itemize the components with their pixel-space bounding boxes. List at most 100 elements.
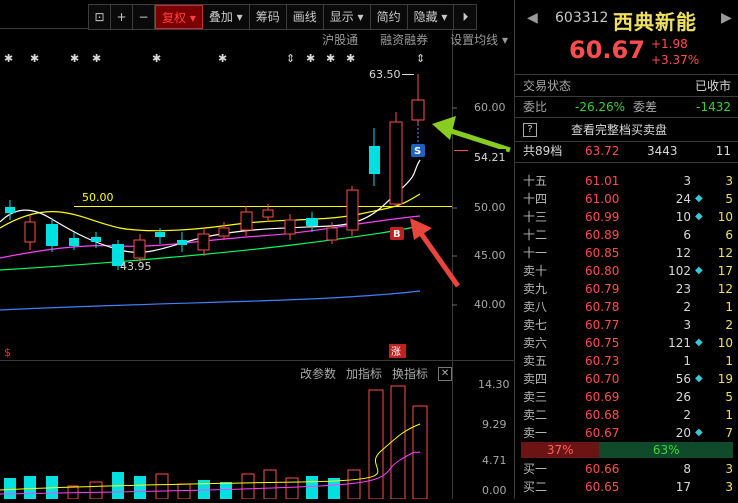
drawing-button[interactable]: 画线 xyxy=(287,5,324,29)
ask-row[interactable]: 卖七 60.77 3 2 xyxy=(515,316,738,334)
candle-up xyxy=(346,189,359,231)
svg-text:9.29: 9.29 xyxy=(482,418,507,431)
ma120-line xyxy=(0,290,421,311)
candle-up xyxy=(240,211,253,231)
display-dropdown[interactable]: 显示 ▾ xyxy=(324,5,371,29)
event-star-icon: ✱ xyxy=(70,52,79,65)
last-price-tag: 54.21 xyxy=(474,151,506,164)
close-icon[interactable]: ✕ xyxy=(438,366,453,381)
diamond-icon: ◆ xyxy=(695,211,703,222)
event-star-icon: ✱ xyxy=(346,52,355,65)
event-star-icon: ✱ xyxy=(152,52,161,65)
hgt-link[interactable]: 沪股通 xyxy=(322,31,358,48)
green-arrow-annotation xyxy=(432,116,511,153)
buy-sell-ratio-bar: 37% 63% xyxy=(521,442,733,458)
divider xyxy=(515,162,738,163)
candle-down xyxy=(69,238,79,246)
expand-icon[interactable]: ⏵ xyxy=(454,5,476,29)
event-markers: ✱ ✱ ✱ ✱ ✱ ✱ ⇕ ✱ ✱ ✱ ⇕ xyxy=(4,52,425,65)
candle-up xyxy=(133,239,146,259)
change-params-button[interactable]: 改参数 xyxy=(300,365,336,382)
chips-button[interactable]: 筹码 xyxy=(250,5,287,29)
buy-signal-label: B xyxy=(393,229,401,240)
sell-ratio: 37% xyxy=(521,442,600,458)
candle-down xyxy=(177,240,187,245)
margin-link[interactable]: 融资融券 xyxy=(380,31,428,48)
current-price: 60.67 xyxy=(569,36,645,64)
change-value: +1.98 xyxy=(651,37,688,51)
ask-row[interactable]: 卖五 60.73 1 1 xyxy=(515,352,738,370)
ask-row[interactable]: 十二 60.89 6 6 xyxy=(515,226,738,244)
hide-dropdown[interactable]: 隐藏 ▾ xyxy=(408,5,455,29)
add-indicator-button[interactable]: 加指标 xyxy=(346,365,382,382)
diamond-icon: ◆ xyxy=(695,373,703,384)
simple-button[interactable]: 简约 xyxy=(371,5,408,29)
ask-row[interactable]: 卖一 60.67 20 ◆ 7 xyxy=(515,424,738,442)
full-book-link[interactable]: 查看完整档买卖盘 xyxy=(571,120,667,140)
overlay-dropdown[interactable]: 叠加 ▾ xyxy=(203,5,250,29)
diamond-icon: ◆ xyxy=(695,193,703,204)
settings-icon[interactable]: ⊡ xyxy=(89,5,111,29)
candle-down xyxy=(46,224,58,246)
event-star-icon: ✱ xyxy=(218,52,227,65)
kline-chart-area[interactable]: ✱ ✱ ✱ ✱ ✱ ✱ ⇕ ✱ ✱ ✱ ⇕ 50.00 63.50 43.95 … xyxy=(0,0,514,500)
full-book-row[interactable]: ? 查看完整档买卖盘 xyxy=(515,120,738,140)
chart-toolbar: ⊡ + − 复权 ▾ 叠加 ▾ 筹码 画线 显示 ▾ 简约 隐藏 ▾ ⏵ xyxy=(88,4,478,30)
divider xyxy=(515,74,738,75)
sell-signal-label: S xyxy=(414,146,421,157)
event-star-icon: ✱ xyxy=(30,52,39,65)
next-stock-icon[interactable]: ▶ xyxy=(721,10,732,26)
switch-indicator-button[interactable]: 换指标 xyxy=(392,365,428,382)
candles xyxy=(5,74,425,270)
diamond-icon: ◆ xyxy=(695,337,703,348)
candle-up xyxy=(197,233,210,251)
stock-code: 603312 xyxy=(555,10,609,26)
diamond-icon: ◆ xyxy=(695,427,703,438)
ma-settings-dropdown[interactable]: 设置均线 ▾ xyxy=(450,31,508,48)
bid-row[interactable]: 买一 60.66 8 3 xyxy=(515,460,738,478)
zoom-out-button[interactable]: − xyxy=(133,5,155,29)
candle-up xyxy=(262,209,274,218)
adjust-dropdown[interactable]: 复权 ▾ xyxy=(155,5,203,29)
ask-row[interactable]: 卖四 60.70 56 ◆ 19 xyxy=(515,370,738,388)
ask-row[interactable]: 十五 61.01 3 3 xyxy=(515,172,738,190)
red-arrow-annotation xyxy=(410,218,461,288)
dollar-mark: $ xyxy=(4,346,11,359)
candle-down xyxy=(369,146,380,174)
divider xyxy=(515,117,738,118)
candle-down xyxy=(306,218,318,226)
candle-up xyxy=(218,227,230,237)
help-icon[interactable]: ? xyxy=(523,123,537,137)
ask-row[interactable]: 卖十 60.80 102 ◆ 17 xyxy=(515,262,738,280)
bid-row[interactable]: 买二 60.65 17 3 xyxy=(515,478,738,496)
indicator-bar: 改参数 加指标 换指标 ✕ xyxy=(300,365,453,382)
candle-up xyxy=(24,221,36,243)
ask-row[interactable]: 十三 60.99 10 ◆ 10 xyxy=(515,208,738,226)
quote-panel: ◀ 603312 西典新能 ▶ 60.67 +1.98 +3.37% 交易状态 … xyxy=(514,0,738,499)
price-change: +1.98 +3.37% xyxy=(651,36,699,68)
event-star-icon: ✱ xyxy=(326,52,335,65)
candle-down xyxy=(91,237,101,242)
svg-text:40.00: 40.00 xyxy=(474,298,506,311)
change-percent: +3.37% xyxy=(651,53,700,67)
kline-chart-svg[interactable]: ✱ ✱ ✱ ✱ ✱ ✱ ⇕ ✱ ✱ ✱ ⇕ 50.00 63.50 43.95 … xyxy=(0,0,514,500)
event-pin-icon: ⇕ xyxy=(416,52,425,65)
candle-up xyxy=(389,121,403,205)
ask-row[interactable]: 卖八 60.78 2 1 xyxy=(515,298,738,316)
svg-text:14.30: 14.30 xyxy=(478,378,510,391)
svg-text:50.00: 50.00 xyxy=(474,201,506,214)
ask-row[interactable]: 卖六 60.75 121 ◆ 10 xyxy=(515,334,738,352)
prev-stock-icon[interactable]: ◀ xyxy=(527,10,538,26)
ask-row[interactable]: 十一 60.85 12 12 xyxy=(515,244,738,262)
svg-text:4.71: 4.71 xyxy=(482,454,507,467)
ask-row[interactable]: 卖二 60.68 2 1 xyxy=(515,406,738,424)
chart-subbar: 沪股通 融资融券 设置均线 ▾ xyxy=(322,31,508,48)
ask-row[interactable]: 十四 61.00 24 ◆ 5 xyxy=(515,190,738,208)
order-ratio-row: 委比 -26.26% 委差 -1432 xyxy=(523,100,731,114)
ask-row[interactable]: 卖三 60.69 26 5 xyxy=(515,388,738,406)
low-label: 43.95 xyxy=(120,260,152,273)
svg-text:60.00: 60.00 xyxy=(474,101,506,114)
ask-row[interactable]: 卖九 60.79 23 12 xyxy=(515,280,738,298)
candle-up xyxy=(284,219,296,235)
zoom-in-button[interactable]: + xyxy=(111,5,133,29)
